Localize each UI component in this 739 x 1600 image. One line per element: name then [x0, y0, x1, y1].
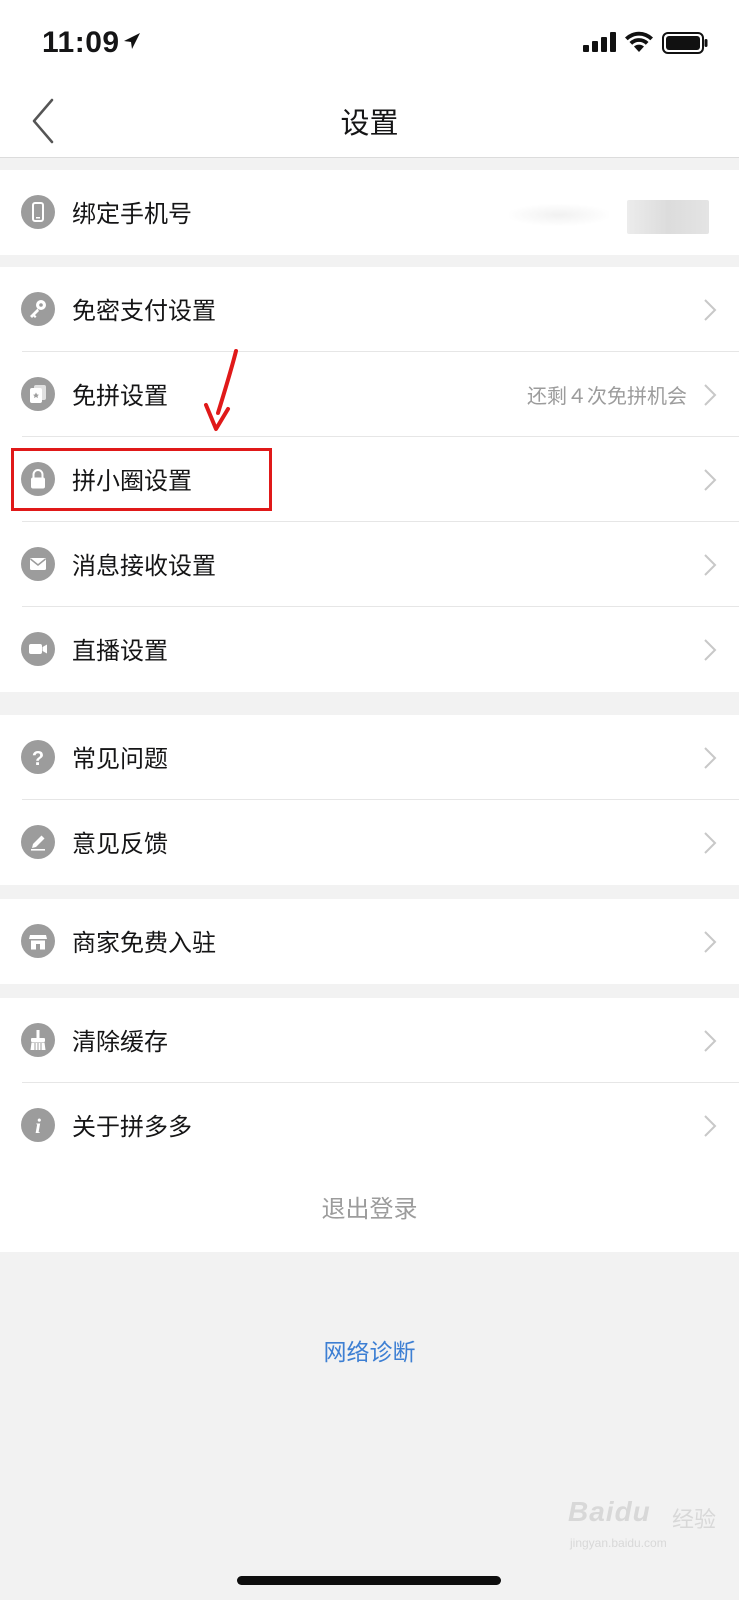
phone-icon — [21, 195, 55, 229]
pencil-icon — [21, 825, 55, 859]
cards-icon — [21, 377, 55, 411]
settings-row-clear-cache[interactable]: 清除缓存 — [0, 998, 739, 1083]
cellular-signal-icon — [583, 32, 616, 52]
key-icon — [21, 292, 55, 326]
settings-row-value: 还剩４次免拼机会 — [527, 384, 687, 408]
chevron-right-icon — [704, 1115, 717, 1137]
settings-group-help: ? 常见问题 意见反馈 — [0, 715, 739, 885]
logout-button[interactable]: 退出登录 — [0, 1165, 739, 1252]
settings-group-app: 清除缓存 i 关于拼多多 — [0, 998, 739, 1168]
question-icon: ? — [21, 740, 55, 774]
chevron-right-icon — [704, 1030, 717, 1052]
settings-row-password-free-pay[interactable]: 免密支付设置 — [0, 267, 739, 352]
settings-row-label: 直播设置 — [72, 637, 168, 665]
settings-row-pinxiaoquan[interactable]: 拼小圈设置 — [0, 437, 739, 522]
settings-row-faq[interactable]: ? 常见问题 — [0, 715, 739, 800]
chevron-right-icon — [704, 469, 717, 491]
battery-icon — [662, 32, 708, 54]
settings-row-label: 意见反馈 — [72, 830, 168, 858]
watermark-brand-cn: 经验 — [672, 1508, 717, 1533]
store-icon — [21, 924, 55, 958]
settings-group-account: 绑定手机号 — [0, 170, 739, 255]
watermark-brand: Baidu — [568, 1496, 651, 1527]
mail-icon — [21, 547, 55, 581]
settings-row-live-stream[interactable]: 直播设置 — [0, 607, 739, 692]
settings-row-group-free[interactable]: 免拼设置 还剩４次免拼机会 — [0, 352, 739, 437]
settings-row-bind-phone[interactable]: 绑定手机号 — [0, 170, 739, 255]
info-icon: i — [21, 1108, 55, 1142]
broom-icon — [21, 1023, 55, 1057]
watermark-url: jingyan.baidu.com — [570, 1536, 667, 1550]
chevron-right-icon — [704, 931, 717, 953]
chevron-right-icon — [704, 554, 717, 576]
settings-row-label: 拼小圈设置 — [72, 467, 192, 495]
lock-icon — [21, 462, 55, 496]
network-diagnosis-link[interactable]: 网络诊断 — [0, 1333, 739, 1367]
settings-group-merchant: 商家免费入驻 — [0, 899, 739, 984]
wifi-icon — [625, 31, 653, 52]
settings-row-merchant-join[interactable]: 商家免费入驻 — [0, 899, 739, 984]
logout-label: 退出登录 — [321, 1195, 418, 1223]
masked-phone-number — [509, 204, 609, 226]
status-time: 11:09 — [42, 26, 120, 59]
masked-phone-number-block — [627, 200, 709, 234]
settings-row-label: 绑定手机号 — [72, 200, 192, 228]
chevron-right-icon — [704, 639, 717, 661]
chevron-right-icon — [704, 747, 717, 769]
settings-row-label: 常见问题 — [72, 745, 168, 773]
settings-row-about[interactable]: i 关于拼多多 — [0, 1083, 739, 1168]
settings-row-label: 关于拼多多 — [72, 1113, 192, 1141]
video-camera-icon — [21, 632, 55, 666]
nav-bar: 设置 — [0, 84, 739, 158]
chevron-right-icon — [704, 832, 717, 854]
settings-group-preferences: 免密支付设置 免拼设置 还剩４次免拼机会 拼小圈设置 消息接收设置 直播设置 — [0, 267, 739, 692]
svg-text:i: i — [35, 1114, 41, 1138]
settings-row-label: 免密支付设置 — [72, 297, 216, 325]
settings-row-label: 免拼设置 — [72, 382, 168, 410]
status-bar: 11:09 — [0, 0, 739, 84]
settings-row-feedback[interactable]: 意见反馈 — [0, 800, 739, 885]
svg-text:?: ? — [32, 748, 44, 770]
settings-row-message-receive[interactable]: 消息接收设置 — [0, 522, 739, 607]
settings-row-label: 商家免费入驻 — [72, 929, 216, 957]
chevron-right-icon — [704, 384, 717, 406]
home-indicator — [237, 1576, 501, 1585]
settings-row-label: 消息接收设置 — [72, 552, 216, 580]
page-title: 设置 — [340, 106, 399, 140]
chevron-right-icon — [704, 299, 717, 321]
location-arrow-icon — [124, 33, 140, 49]
settings-row-label: 清除缓存 — [72, 1028, 168, 1056]
